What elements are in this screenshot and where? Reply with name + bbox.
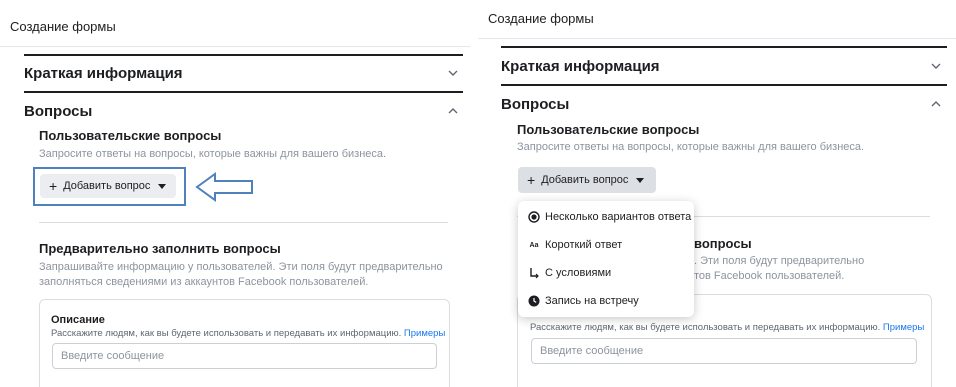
right-panel: Создание формы Краткая информация Вопрос… — [478, 0, 956, 387]
description-hint: Расскажите людям, как вы будете использо… — [530, 322, 924, 333]
radio-icon — [527, 210, 541, 224]
dropdown-item-label: Запись на встречу — [545, 295, 639, 307]
custom-questions-description: Запросите ответы на вопросы, которые важ… — [517, 141, 865, 153]
prefill-questions-title-partial: вопросы — [694, 236, 752, 251]
chevron-up-icon[interactable] — [931, 99, 943, 111]
dropdown-item-appointment[interactable]: Запись на встречу — [518, 287, 694, 315]
custom-questions-title: Пользовательские вопросы — [39, 128, 222, 143]
caret-down-icon — [158, 183, 167, 189]
chevron-down-icon[interactable] — [448, 68, 460, 80]
chevron-up-icon[interactable] — [448, 106, 460, 118]
prefill-description-line2: заполняться сведениями из аккаунтов Face… — [39, 276, 369, 288]
add-question-button[interactable]: + Добавить вопрос — [40, 174, 176, 198]
form-title: Создание формы — [10, 19, 116, 34]
message-input[interactable]: Введите сообщение — [531, 338, 917, 364]
prefill-description-line2-partial: тов Facebook пользователей. — [694, 270, 845, 282]
custom-questions-description: Запросите ответы на вопросы, которые важ… — [39, 148, 387, 160]
section-summary-title[interactable]: Краткая информация — [501, 58, 660, 75]
caret-down-icon — [636, 177, 645, 183]
text-aa-icon: Aa — [529, 241, 539, 249]
examples-link[interactable]: Примеры — [883, 322, 924, 333]
accordion-divider — [24, 54, 463, 56]
dropdown-item-label: Короткий ответ — [545, 239, 623, 251]
description-hint-text: Расскажите людям, как вы будете использо… — [51, 328, 402, 339]
dropdown-item-label: С условиями — [545, 267, 612, 279]
add-question-label: Добавить вопрос — [541, 174, 629, 186]
chevron-down-icon[interactable] — [931, 61, 943, 73]
description-card: Описание Расскажите людям, как вы будете… — [39, 299, 450, 387]
clock-icon — [527, 294, 541, 308]
section-questions-title[interactable]: Вопросы — [501, 96, 569, 113]
left-panel: Создание формы Краткая информация Вопрос… — [0, 0, 470, 387]
prefill-questions-title: Предварительно заполнить вопросы — [39, 241, 281, 256]
accordion-divider — [24, 91, 463, 93]
accordion-divider — [501, 84, 947, 86]
description-hint: Расскажите людям, как вы будете использо… — [51, 328, 445, 339]
header-divider — [478, 38, 956, 39]
dropdown-item-label: Несколько вариантов ответа — [545, 211, 692, 223]
dropdown-item-conditional[interactable]: С условиями — [518, 259, 694, 287]
plus-icon: + — [527, 172, 536, 188]
section-divider — [39, 222, 448, 223]
plus-icon: + — [49, 178, 58, 194]
conditional-branch-icon — [527, 266, 541, 280]
add-question-label: Добавить вопрос — [63, 180, 151, 192]
question-type-dropdown: Несколько вариантов ответа Aa Короткий о… — [518, 201, 694, 317]
accordion-divider — [501, 46, 947, 48]
section-questions-title[interactable]: Вопросы — [24, 103, 92, 120]
dropdown-item-short-answer[interactable]: Aa Короткий ответ — [518, 231, 694, 259]
examples-link[interactable]: Примеры — [404, 328, 445, 339]
description-label: Описание — [51, 314, 105, 326]
form-title: Создание формы — [488, 11, 594, 26]
header-divider — [0, 46, 470, 47]
add-question-button[interactable]: + Добавить вопрос — [518, 167, 656, 193]
dropdown-item-multiple-choice[interactable]: Несколько вариантов ответа — [518, 203, 694, 231]
message-input[interactable]: Введите сообщение — [52, 343, 437, 369]
custom-questions-title: Пользовательские вопросы — [517, 122, 700, 137]
left-arrow-icon — [195, 172, 255, 207]
section-summary-title[interactable]: Краткая информация — [24, 65, 183, 82]
description-hint-text: Расскажите людям, как вы будете использо… — [530, 322, 881, 333]
